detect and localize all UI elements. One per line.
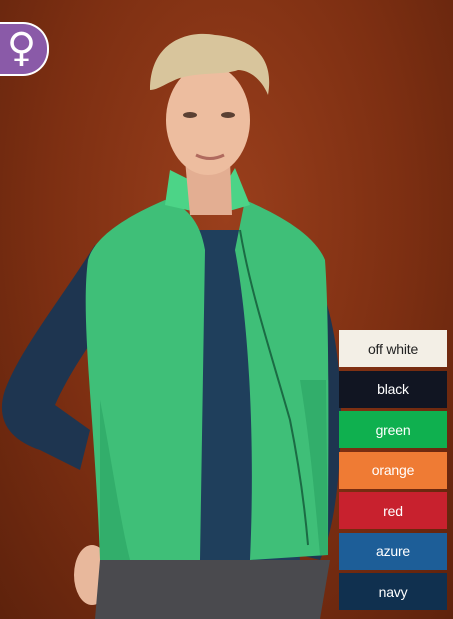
female-symbol-glyph: ♀ — [6, 25, 37, 71]
color-swatch-label: red — [383, 502, 403, 519]
color-swatch-label: navy — [378, 583, 408, 600]
color-swatch-orange[interactable]: orange — [339, 451, 447, 489]
female-symbol-icon: ♀ — [0, 22, 49, 76]
color-swatch-list: off white black green orange red azure navy — [339, 330, 447, 610]
color-swatch-label: orange — [371, 462, 415, 478]
color-swatch-navy[interactable]: navy — [339, 573, 447, 610]
color-swatch-black[interactable]: black — [339, 370, 447, 408]
color-swatch-off-white[interactable]: off white — [339, 330, 447, 367]
color-swatch-label: off white — [367, 340, 419, 357]
color-swatch-azure[interactable]: azure — [339, 532, 447, 570]
color-swatch-red[interactable]: red — [339, 492, 447, 529]
color-swatch-label: azure — [375, 543, 411, 559]
color-swatch-green[interactable]: green — [339, 411, 447, 448]
color-swatch-label: green — [375, 421, 411, 438]
color-swatch-label: black — [377, 381, 409, 397]
